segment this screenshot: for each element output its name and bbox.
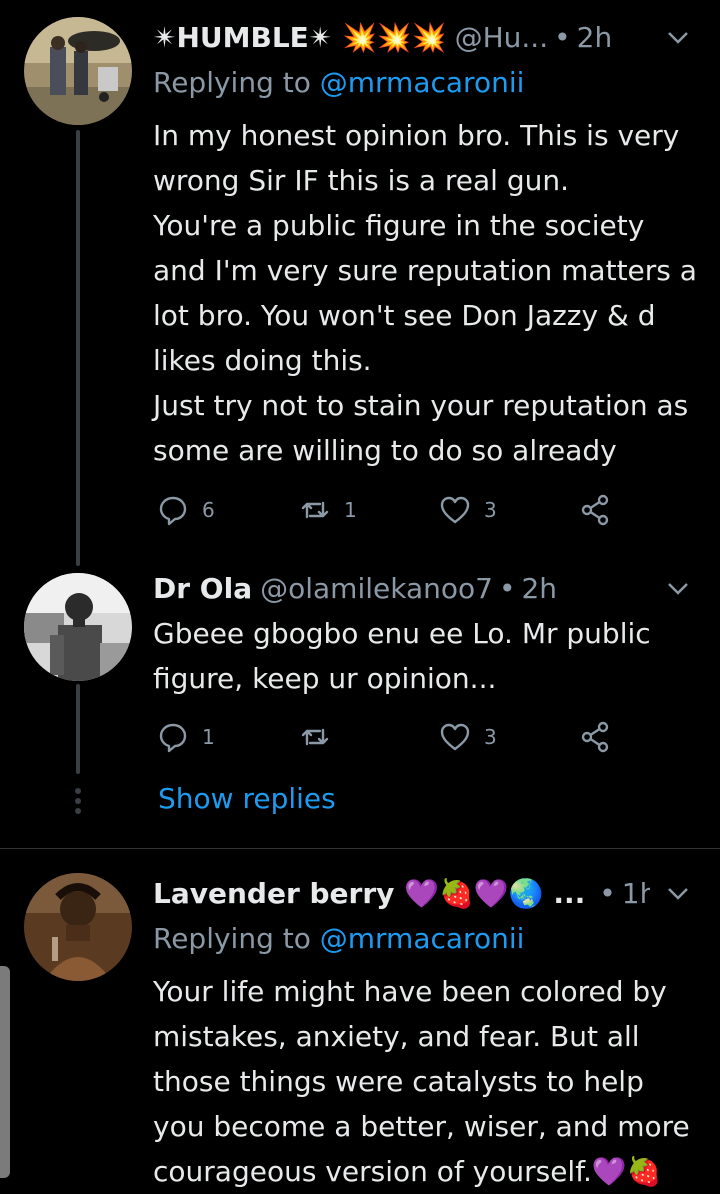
- timestamp[interactable]: 1h: [622, 877, 650, 910]
- tweet-3[interactable]: Lavender berry 💜🍓💜🌏 ... • 1h Replying to…: [0, 849, 720, 1188]
- tweet-header: Dr Ola @olamilekanoo7 • 2h: [153, 568, 690, 608]
- chevron-down-icon[interactable]: [664, 23, 692, 51]
- replying-to: Replying to @mrmacaronii: [153, 922, 524, 955]
- like-button[interactable]: 3: [438, 717, 497, 757]
- heart-icon: [440, 723, 470, 751]
- retweet-button[interactable]: [298, 717, 344, 757]
- retweet-icon: [301, 728, 329, 746]
- thread-line: [76, 130, 80, 566]
- thread-dots: [75, 788, 81, 814]
- separator: •: [498, 571, 516, 605]
- separator: •: [599, 876, 616, 910]
- share-icon: [581, 721, 609, 753]
- author-name[interactable]: Dr Ola: [153, 572, 252, 605]
- timestamp[interactable]: 2h: [521, 572, 557, 605]
- avatar-lavender-berry[interactable]: [24, 873, 132, 981]
- separator: •: [554, 20, 571, 54]
- tweet-2[interactable]: Dr Ola @olamilekanoo7 • 2h Gbeee gbogbo …: [0, 560, 720, 845]
- replying-label: Replying to: [153, 922, 311, 955]
- reply-count: 1: [202, 725, 215, 749]
- tweet-text: Gbeee gbogbo enu ee Lo. Mr public figure…: [153, 617, 660, 695]
- timestamp[interactable]: 2h: [577, 21, 613, 54]
- tweet-text: In my honest opinion bro. This is very w…: [153, 119, 697, 467]
- author-handle[interactable]: @olamilekanoo7: [260, 572, 493, 605]
- tweet-actions: 1 3: [153, 717, 623, 757]
- share-button[interactable]: [578, 490, 612, 530]
- tweet-1[interactable]: ✴HUMBLE✴ 💥💥💥 @Hu... • 2h Replying to @mr…: [0, 0, 720, 566]
- tweet-header: Lavender berry 💜🍓💜🌏 ... • 1h: [153, 873, 650, 913]
- heart-icon: [440, 496, 470, 524]
- retweet-button[interactable]: 1: [298, 490, 357, 530]
- share-button[interactable]: [578, 717, 612, 757]
- reply-count: 6: [202, 498, 215, 522]
- avatar-humble[interactable]: [24, 17, 132, 125]
- tweet-actions: 6 1 3: [153, 490, 623, 530]
- replying-to: Replying to @mrmacaronii: [153, 66, 524, 99]
- replying-handle[interactable]: @mrmacaronii: [320, 922, 525, 955]
- like-button[interactable]: 3: [438, 490, 497, 530]
- chevron-down-icon[interactable]: [664, 879, 692, 907]
- avatar-dr-ola[interactable]: [24, 573, 132, 681]
- reply-icon: [159, 496, 187, 526]
- scrollbar-thumb[interactable]: [0, 966, 10, 1178]
- like-count: 3: [484, 498, 497, 522]
- chevron-down-icon[interactable]: [664, 574, 692, 602]
- tweet-header: ✴HUMBLE✴ 💥💥💥 @Hu... • 2h: [153, 17, 650, 57]
- replying-handle[interactable]: @mrmacaronii: [320, 66, 525, 99]
- retweet-icon: [301, 501, 329, 519]
- like-count: 3: [484, 725, 497, 749]
- author-handle[interactable]: @Hu...: [455, 21, 549, 54]
- show-replies-link[interactable]: Show replies: [158, 782, 336, 815]
- reply-icon: [159, 723, 187, 753]
- reply-button[interactable]: 6: [156, 490, 215, 530]
- author-name[interactable]: Lavender berry 💜🍓💜🌏 ...: [153, 877, 585, 910]
- author-name[interactable]: ✴HUMBLE✴ 💥💥💥: [153, 21, 447, 54]
- share-icon: [581, 494, 609, 526]
- replying-label: Replying to: [153, 66, 311, 99]
- thread-line: [76, 684, 80, 774]
- reply-button[interactable]: 1: [156, 717, 215, 757]
- tweet-text: Your life might have been colored by mis…: [153, 975, 699, 1188]
- retweet-count: 1: [344, 498, 357, 522]
